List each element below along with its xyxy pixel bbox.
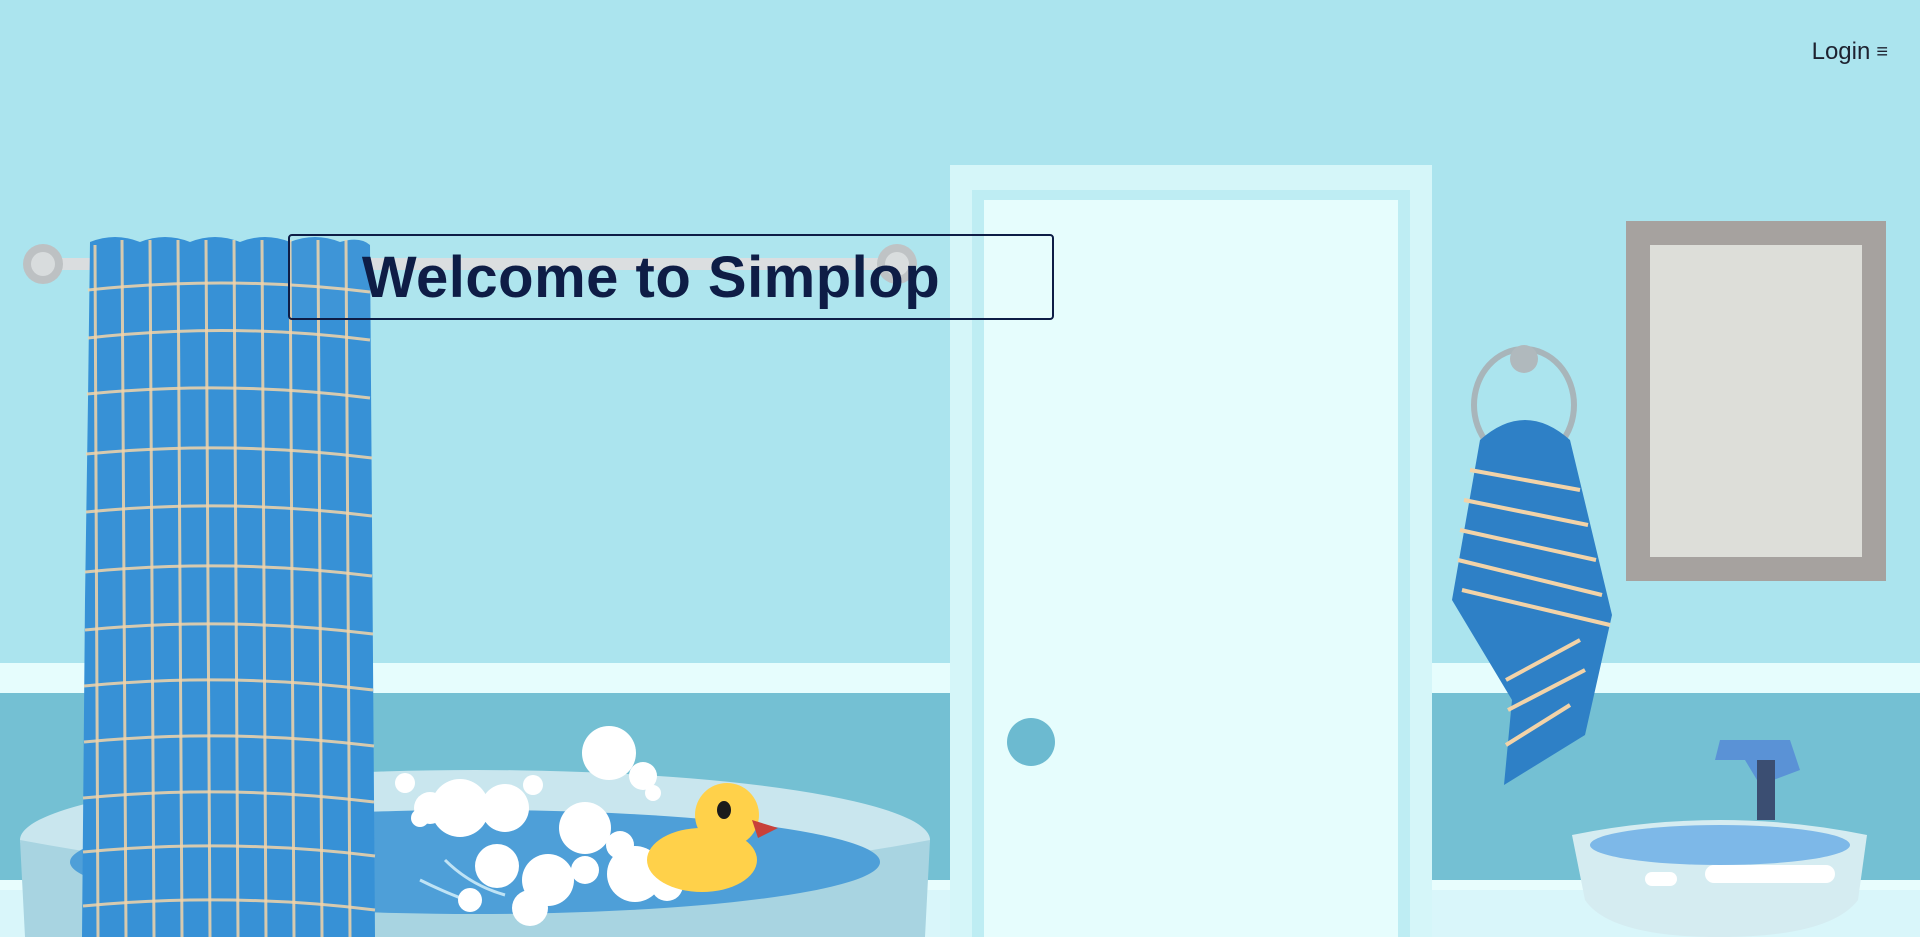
hamburger-icon: ≡ bbox=[1876, 41, 1888, 63]
page-title: Welcome to Simplop bbox=[361, 244, 941, 310]
login-label: Login bbox=[1811, 38, 1871, 65]
login-button[interactable]: Login ≡ bbox=[1812, 38, 1888, 66]
mirror bbox=[1626, 221, 1886, 581]
welcome-banner: Welcome to Simplop bbox=[288, 234, 1054, 320]
bathroom-illustration bbox=[0, 0, 1920, 937]
shower-curtain bbox=[82, 237, 376, 937]
